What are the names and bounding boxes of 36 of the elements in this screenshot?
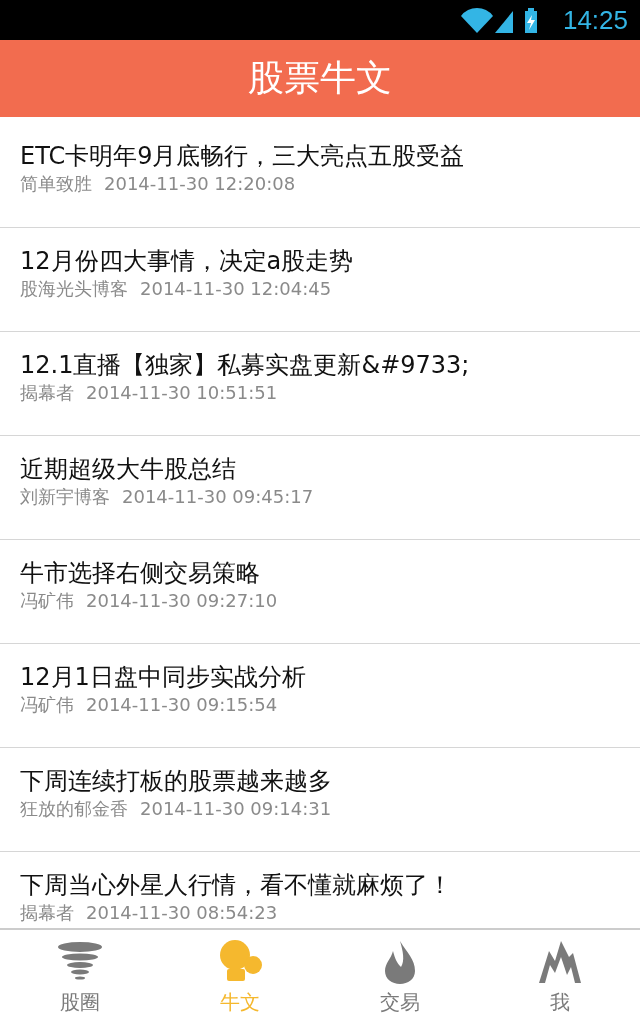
article-time: 2014-11-30 09:45:17 (122, 486, 314, 508)
article-time: 2014-11-30 12:20:08 (104, 173, 296, 195)
article-title: 牛市选择右侧交易策略 (20, 558, 261, 588)
article-title: 12.1直播【独家】私募实盘更新&#9733; (20, 350, 471, 380)
article-title: 下周连续打板的股票越来越多 (20, 766, 333, 796)
article-source: 刘新宇博客 (20, 486, 110, 508)
article-time: 2014-11-30 09:27:10 (86, 590, 278, 612)
article-title: ETC卡明年9月底畅行，三大亮点五股受益 (20, 141, 466, 171)
article-source: 简单致胜 (20, 173, 92, 195)
article-time: 2014-11-30 09:14:31 (140, 798, 332, 820)
article-title: 下周当心外星人行情，看不懂就麻烦了！ (20, 870, 453, 900)
article-source: 揭幕者 (20, 902, 74, 924)
article-title: 12月份四大事情，决定a股走势 (20, 246, 355, 276)
article-source: 狂放的郁金香 (20, 798, 128, 820)
page-title: 股票牛文 (248, 56, 392, 100)
article-item[interactable]: 12月1日盘中同步实战分析 冯矿伟 2014-11-30 09:15:54 (0, 644, 640, 748)
article-title: 近期超级大牛股总结 (20, 454, 237, 484)
article-item[interactable]: 牛市选择右侧交易策略 冯矿伟 2014-11-30 09:27:10 (0, 540, 640, 644)
article-item[interactable]: ETC卡明年9月底畅行，三大亮点五股受益 简单致胜 2014-11-30 12:20:08 (0, 117, 640, 228)
article-time: 2014-11-30 08:54:23 (86, 902, 278, 924)
article-source: 冯矿伟 (20, 694, 74, 716)
article-item[interactable]: 12月份四大事情，决定a股走势 股海光头博客 2014-11-30 12:04:45 (0, 228, 640, 332)
article-item[interactable]: 12.1直播【独家】私募实盘更新&#9733; 揭幕者 2014-11-30 10:51:51 (0, 332, 640, 436)
article-item[interactable]: 近期超级大牛股总结 刘新宇博客 2014-11-30 09:45:17 (0, 436, 640, 540)
article-source: 揭幕者 (20, 382, 74, 404)
article-time: 2014-11-30 09:15:54 (86, 694, 278, 716)
article-item[interactable]: 下周连续打板的股票越来越多 狂放的郁金香 2014-11-30 09:14:31 (0, 748, 640, 852)
nav-tab[interactable]: 交易 (350, 932, 450, 1022)
clock: 14:25 (562, 4, 628, 36)
article-title: 12月1日盘中同步实战分析 (20, 662, 307, 692)
nav-tab[interactable]: 股圈 (30, 932, 130, 1022)
article-source: 冯矿伟 (20, 590, 74, 612)
nav-tab[interactable]: 我 (510, 932, 610, 1022)
article-time: 2014-11-30 10:51:51 (86, 382, 278, 404)
article-source: 股海光头博客 (20, 278, 128, 300)
article-time: 2014-11-30 12:04:45 (140, 278, 332, 300)
